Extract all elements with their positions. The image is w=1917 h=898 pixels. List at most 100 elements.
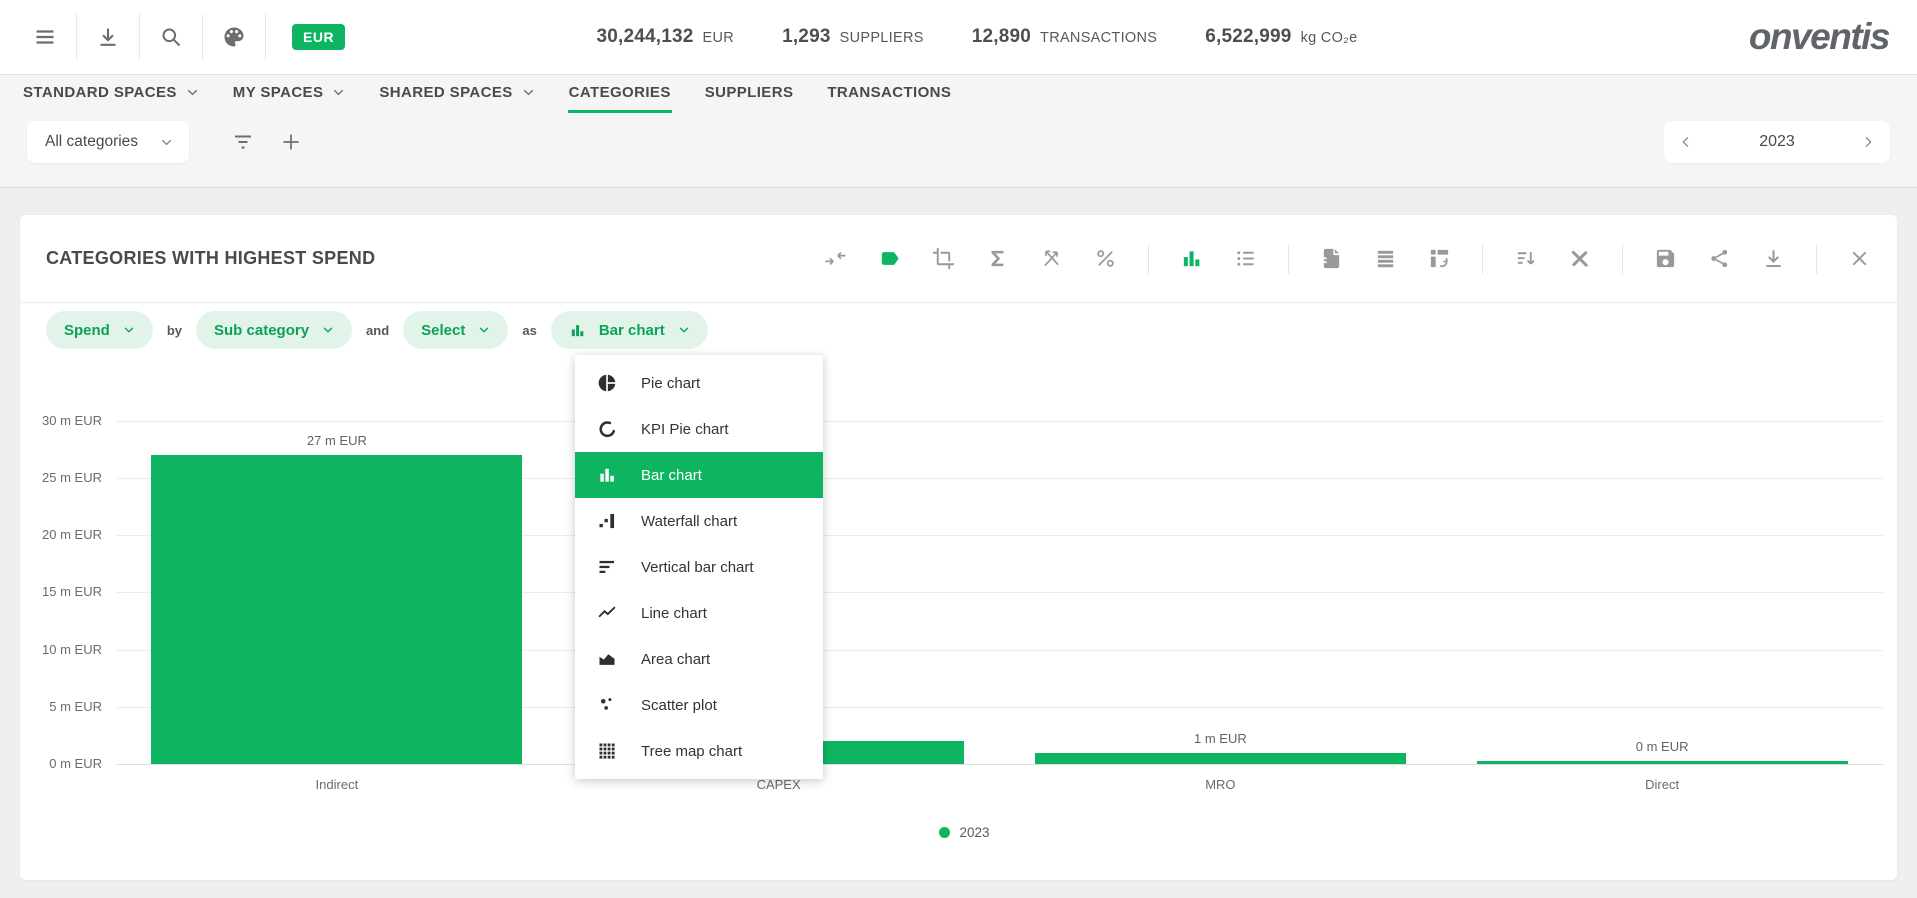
- kpi-stats: 30,244,132 EUR 1,293 SUPPLIERS 12,890 TR…: [345, 26, 1609, 48]
- chart-type-pill[interactable]: Bar chart: [550, 311, 708, 349]
- tab-label: MY SPACES: [232, 84, 324, 101]
- category-filter-value: All categories: [45, 133, 139, 150]
- query-builder: Spend by Sub category and Select as Bar …: [20, 303, 1897, 349]
- tab-label: SHARED SPACES: [379, 84, 513, 101]
- tree-map-chart-icon: [597, 741, 617, 761]
- menu-item-vertical-bar-chart[interactable]: Vertical bar chart: [575, 544, 823, 590]
- category-filter-dropdown[interactable]: All categories: [27, 121, 190, 163]
- share-icon[interactable]: [1708, 247, 1731, 270]
- menu-item-label: Scatter plot: [641, 696, 717, 714]
- report-file-icon[interactable]: [1320, 247, 1343, 270]
- menu-item-tree-map-chart[interactable]: Tree map chart: [575, 728, 823, 774]
- close-icon[interactable]: [1848, 247, 1871, 270]
- search-icon[interactable]: [159, 25, 183, 49]
- chevron-down-icon: [123, 324, 135, 336]
- list-view-icon[interactable]: [1234, 247, 1257, 270]
- bar-chart-icon: [597, 465, 617, 485]
- stat-label: SUPPLIERS: [839, 30, 924, 46]
- bar-chart-plot: 30 m EUR 25 m EUR 20 m EUR 15 m EUR 10 m…: [42, 413, 1883, 771]
- legend-label: 2023: [959, 825, 990, 840]
- bar[interactable]: [1034, 752, 1406, 764]
- onventis-logo: onventis: [1748, 16, 1891, 57]
- stat-label: EUR: [702, 30, 735, 46]
- sum-sigma-icon[interactable]: [986, 247, 1009, 270]
- x-category-label: Indirect: [315, 777, 359, 792]
- header-icon-group: EUR: [0, 0, 346, 74]
- design-tools-icon[interactable]: [1568, 247, 1591, 270]
- stat-value: 30,244,132: [596, 26, 694, 47]
- menu-item-area-chart[interactable]: Area chart: [575, 636, 823, 682]
- percent-icon[interactable]: [1094, 247, 1117, 270]
- panel-header: CATEGORIES WITH HIGHEST SPEND: [20, 215, 1897, 303]
- tab-shared-spaces[interactable]: SHARED SPACES: [378, 75, 535, 113]
- filter-pill[interactable]: Select: [403, 311, 509, 349]
- menu-item-pie-chart[interactable]: Pie chart: [575, 360, 823, 406]
- bar[interactable]: [1476, 760, 1848, 764]
- panel-toolbar: [824, 243, 1871, 274]
- measure-pill[interactable]: Spend: [46, 311, 153, 349]
- filter-icon[interactable]: [231, 130, 255, 154]
- download-icon[interactable]: [1762, 247, 1785, 270]
- y-tick-label: 30 m EUR: [42, 413, 102, 428]
- tab-transactions[interactable]: TRANSACTIONS: [826, 75, 952, 113]
- menu-item-kpi-pie-chart[interactable]: KPI Pie chart: [575, 406, 823, 452]
- menu-item-bar-chart[interactable]: Bar chart: [575, 452, 823, 498]
- y-tick-label: 0 m EUR: [49, 755, 102, 771]
- x-category-label: CAPEX: [756, 777, 801, 792]
- tab-suppliers[interactable]: SUPPLIERS: [704, 75, 795, 113]
- previous-year-icon[interactable]: [1678, 134, 1694, 150]
- download-icon[interactable]: [96, 25, 120, 49]
- bar-group: 27 m EUR: [116, 421, 558, 764]
- menu-item-waterfall-chart[interactable]: Waterfall chart: [575, 498, 823, 544]
- header-divider: [265, 14, 266, 60]
- dimension-label: Sub category: [214, 321, 310, 339]
- label-tag-icon[interactable]: [878, 247, 901, 270]
- stat-value: 1,293: [782, 26, 831, 47]
- bar-chart-view-icon[interactable]: [1180, 247, 1203, 270]
- query-connector: by: [166, 322, 183, 338]
- chevron-down-icon: [322, 324, 334, 336]
- palette-icon[interactable]: [222, 25, 246, 49]
- y-tick-label: 20 m EUR: [42, 527, 102, 543]
- toolbar-divider: [1622, 243, 1623, 274]
- chevron-down-icon: [160, 136, 173, 149]
- add-icon[interactable]: [279, 130, 303, 154]
- bar[interactable]: [151, 455, 523, 764]
- menu-item-label: Bar chart: [641, 466, 702, 484]
- stat-total-spend: 30,244,132 EUR: [596, 26, 734, 48]
- tab-my-spaces[interactable]: MY SPACES: [232, 75, 347, 113]
- toolbar-divider: [1816, 243, 1817, 274]
- menu-icon[interactable]: [33, 25, 57, 49]
- menu-item-label: Waterfall chart: [641, 512, 738, 530]
- crop-icon[interactable]: [932, 247, 955, 270]
- axis-swap-off-icon[interactable]: [1040, 247, 1063, 270]
- x-axis-labels: Indirect CAPEX MRO Direct: [116, 777, 1883, 792]
- menu-item-scatter-plot[interactable]: Scatter plot: [575, 682, 823, 728]
- y-tick-label: 10 m EUR: [42, 641, 102, 657]
- menu-item-label: Pie chart: [641, 374, 701, 392]
- sort-descending-icon[interactable]: [1514, 247, 1537, 270]
- table-rows-icon[interactable]: [1374, 247, 1397, 270]
- tab-standard-spaces[interactable]: STANDARD SPACES: [22, 75, 200, 113]
- chevron-down-icon: [678, 324, 690, 336]
- pivot-table-icon[interactable]: [1428, 247, 1451, 270]
- menu-item-line-chart[interactable]: Line chart: [575, 590, 823, 636]
- tab-label: CATEGORIES: [568, 84, 671, 101]
- next-year-icon[interactable]: [1860, 134, 1876, 150]
- chart-type-menu: Pie chart KPI Pie chart Bar chart Waterf…: [575, 355, 823, 779]
- menu-item-label: Tree map chart: [641, 742, 743, 760]
- x-category-label: Direct: [1645, 777, 1680, 792]
- year-selector: 2023: [1664, 121, 1890, 163]
- toolbar-divider: [1288, 243, 1289, 274]
- query-connector: as: [522, 322, 537, 338]
- merge-columns-icon[interactable]: [824, 247, 847, 270]
- currency-badge[interactable]: EUR: [292, 24, 346, 50]
- bar-value-label: 0 m EUR: [1635, 738, 1689, 754]
- line-chart-icon: [597, 603, 617, 623]
- vertical-bar-chart-icon: [597, 557, 617, 577]
- tab-categories[interactable]: CATEGORIES: [567, 75, 672, 113]
- save-icon[interactable]: [1654, 247, 1677, 270]
- toolbar-divider: [1148, 243, 1149, 274]
- dimension-pill[interactable]: Sub category: [196, 311, 353, 349]
- legend-item[interactable]: 2023: [939, 825, 990, 840]
